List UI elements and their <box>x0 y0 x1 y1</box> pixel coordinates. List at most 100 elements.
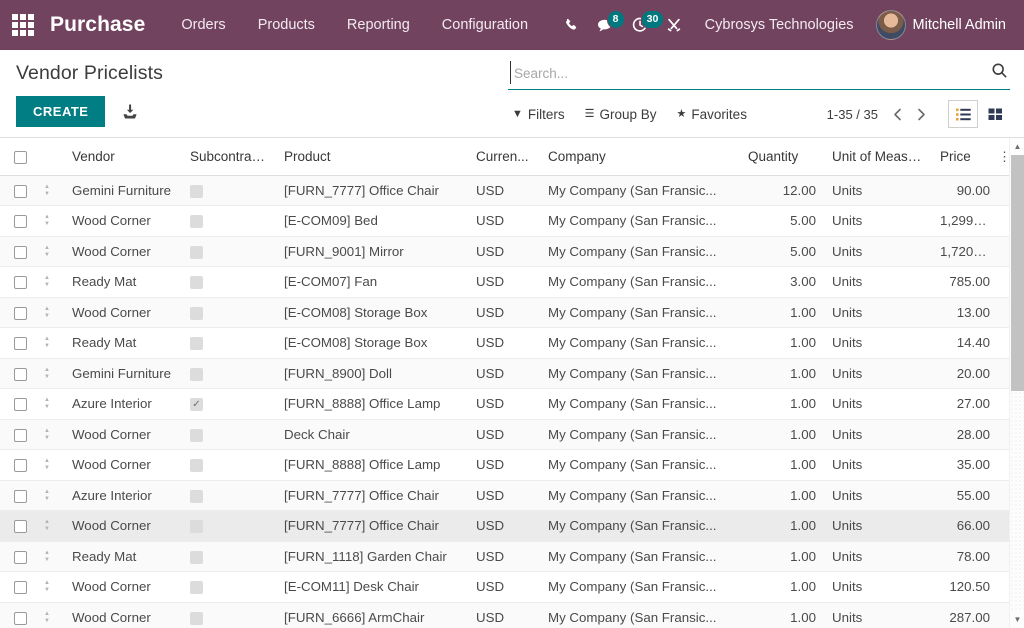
cell-product[interactable]: [FURN_9001] Mirror <box>276 236 468 267</box>
table-row[interactable]: ▲▼Wood Corner[E-COM09] BedUSDMy Company … <box>0 206 1019 237</box>
row-select-checkbox[interactable] <box>14 490 27 503</box>
cell-company[interactable]: My Company (San Fransic... <box>540 297 740 328</box>
row-select-cell[interactable] <box>0 450 36 481</box>
row-select-checkbox[interactable] <box>14 398 27 411</box>
cell-subcontracted[interactable] <box>182 450 276 481</box>
row-select-checkbox[interactable] <box>14 368 27 381</box>
cell-currency[interactable]: USD <box>468 175 540 206</box>
cell-subcontracted[interactable] <box>182 267 276 298</box>
cell-vendor[interactable]: Wood Corner <box>64 236 182 267</box>
cell-currency[interactable]: USD <box>468 572 540 603</box>
subcontracted-checkbox[interactable] <box>190 215 203 228</box>
row-select-cell[interactable] <box>0 175 36 206</box>
menu-item-orders[interactable]: Orders <box>165 11 241 39</box>
cell-company[interactable]: My Company (San Fransic... <box>540 541 740 572</box>
subcontracted-checkbox[interactable] <box>190 490 203 503</box>
row-select-cell[interactable] <box>0 602 36 628</box>
table-row[interactable]: ▲▼Ready Mat[FURN_1118] Garden ChairUSDMy… <box>0 541 1019 572</box>
list-scrollbar[interactable]: ▲ ▼ <box>1009 138 1024 628</box>
menu-item-products[interactable]: Products <box>242 11 331 39</box>
cell-quantity[interactable]: 3.00 <box>740 267 824 298</box>
cell-price[interactable]: 55.00 <box>932 480 998 511</box>
cell-company[interactable]: My Company (San Fransic... <box>540 328 740 359</box>
row-select-checkbox[interactable] <box>14 459 27 472</box>
cell-quantity[interactable]: 1.00 <box>740 328 824 359</box>
cell-uom[interactable]: Units <box>824 480 932 511</box>
apps-grid-icon[interactable] <box>8 10 38 40</box>
row-select-checkbox[interactable] <box>14 215 27 228</box>
drag-handle-icon[interactable]: ▲▼ <box>44 519 50 533</box>
column-header-company[interactable]: Company <box>540 138 740 175</box>
row-handle-cell[interactable]: ▲▼ <box>36 358 64 389</box>
cell-product[interactable]: [E-COM07] Fan <box>276 267 468 298</box>
cell-quantity[interactable]: 1.00 <box>740 541 824 572</box>
cell-price[interactable]: 13.00 <box>932 297 998 328</box>
cell-vendor[interactable]: Wood Corner <box>64 572 182 603</box>
cell-vendor[interactable]: Wood Corner <box>64 206 182 237</box>
row-handle-cell[interactable]: ▲▼ <box>36 236 64 267</box>
cell-subcontracted[interactable] <box>182 206 276 237</box>
cell-vendor[interactable]: Azure Interior <box>64 480 182 511</box>
row-select-checkbox[interactable] <box>14 337 27 350</box>
table-row[interactable]: ▲▼Ready Mat[E-COM08] Storage BoxUSDMy Co… <box>0 328 1019 359</box>
cell-company[interactable]: My Company (San Fransic... <box>540 389 740 420</box>
table-row[interactable]: ▲▼Wood Corner[FURN_8888] Office LampUSDM… <box>0 450 1019 481</box>
cell-company[interactable]: My Company (San Fransic... <box>540 572 740 603</box>
cell-currency[interactable]: USD <box>468 328 540 359</box>
table-row[interactable]: ▲▼Wood Corner[E-COM11] Desk ChairUSDMy C… <box>0 572 1019 603</box>
table-row[interactable]: ▲▼Wood CornerDeck ChairUSDMy Company (Sa… <box>0 419 1019 450</box>
cell-quantity[interactable]: 1.00 <box>740 297 824 328</box>
cell-product[interactable]: [E-COM11] Desk Chair <box>276 572 468 603</box>
cell-subcontracted[interactable] <box>182 541 276 572</box>
row-handle-cell[interactable]: ▲▼ <box>36 511 64 542</box>
cell-uom[interactable]: Units <box>824 328 932 359</box>
cell-quantity[interactable]: 1.00 <box>740 572 824 603</box>
row-select-cell[interactable] <box>0 358 36 389</box>
cell-subcontracted[interactable] <box>182 602 276 628</box>
cell-subcontracted[interactable] <box>182 175 276 206</box>
column-header-quantity[interactable]: Quantity <box>740 138 824 175</box>
cell-company[interactable]: My Company (San Fransic... <box>540 480 740 511</box>
cell-product[interactable]: [E-COM08] Storage Box <box>276 328 468 359</box>
cell-subcontracted[interactable] <box>182 480 276 511</box>
searchbar[interactable] <box>508 60 1010 90</box>
scrollbar-thumb[interactable] <box>1011 155 1024 391</box>
subcontracted-checkbox[interactable] <box>190 551 203 564</box>
cell-quantity[interactable]: 1.00 <box>740 419 824 450</box>
row-select-checkbox[interactable] <box>14 551 27 564</box>
cell-currency[interactable]: USD <box>468 236 540 267</box>
subcontracted-checkbox[interactable] <box>190 459 203 472</box>
cell-currency[interactable]: USD <box>468 297 540 328</box>
row-select-cell[interactable] <box>0 572 36 603</box>
cell-price[interactable]: 28.00 <box>932 419 998 450</box>
cell-subcontracted[interactable] <box>182 328 276 359</box>
table-row[interactable]: ▲▼Ready Mat[E-COM07] FanUSDMy Company (S… <box>0 267 1019 298</box>
cell-price[interactable]: 785.00 <box>932 267 998 298</box>
cell-company[interactable]: My Company (San Fransic... <box>540 419 740 450</box>
row-select-checkbox[interactable] <box>14 307 27 320</box>
cell-company[interactable]: My Company (San Fransic... <box>540 206 740 237</box>
user-menu[interactable]: Mitchell Admin <box>868 6 1010 44</box>
cell-price[interactable]: 1,299.00 <box>932 206 998 237</box>
table-row[interactable]: ▲▼Wood Corner[FURN_6666] ArmChairUSDMy C… <box>0 602 1019 628</box>
column-header-uom[interactable]: Unit of Measu... <box>824 138 932 175</box>
cell-price[interactable]: 120.50 <box>932 572 998 603</box>
cell-vendor[interactable]: Wood Corner <box>64 511 182 542</box>
drag-handle-icon[interactable]: ▲▼ <box>44 458 50 472</box>
row-select-cell[interactable] <box>0 297 36 328</box>
cell-currency[interactable]: USD <box>468 267 540 298</box>
menu-item-reporting[interactable]: Reporting <box>331 11 426 39</box>
drag-handle-icon[interactable]: ▲▼ <box>44 367 50 381</box>
row-handle-cell[interactable]: ▲▼ <box>36 206 64 237</box>
cell-vendor[interactable]: Ready Mat <box>64 267 182 298</box>
cell-quantity[interactable]: 1.00 <box>740 389 824 420</box>
cell-uom[interactable]: Units <box>824 358 932 389</box>
cell-subcontracted[interactable] <box>182 419 276 450</box>
cell-quantity[interactable]: 5.00 <box>740 206 824 237</box>
drag-handle-icon[interactable]: ▲▼ <box>44 397 50 411</box>
subcontracted-checkbox[interactable] <box>190 185 203 198</box>
cell-uom[interactable]: Units <box>824 297 932 328</box>
cell-product[interactable]: [E-COM08] Storage Box <box>276 297 468 328</box>
subcontracted-checkbox[interactable] <box>190 307 203 320</box>
company-switcher[interactable]: Cybrosys Technologies <box>691 11 868 39</box>
